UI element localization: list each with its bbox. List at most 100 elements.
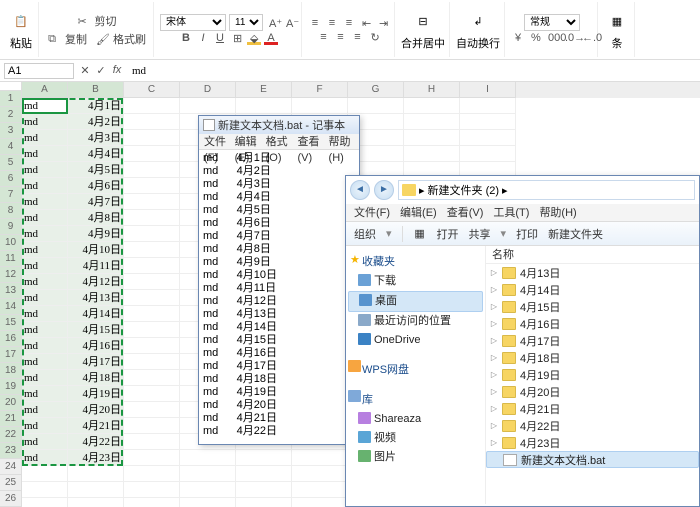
explorer-menu-item[interactable]: 帮助(H)	[535, 204, 580, 221]
nav-onedrive[interactable]: OneDrive	[348, 331, 483, 350]
expand-icon[interactable]: ▷	[490, 353, 498, 362]
cell[interactable]	[460, 98, 516, 114]
row-header[interactable]: 14	[0, 299, 22, 315]
paste-button[interactable]: 📋	[8, 9, 34, 35]
align-middle-icon[interactable]: ≡	[325, 16, 339, 30]
cell[interactable]: 4月20日	[68, 402, 124, 418]
cell[interactable]	[460, 146, 516, 162]
merge-center-label[interactable]: 合并居中	[401, 35, 445, 51]
cell[interactable]: 4月2日	[68, 114, 124, 130]
col-header-I[interactable]: I	[460, 82, 516, 98]
cell[interactable]	[124, 466, 180, 482]
cell[interactable]	[460, 130, 516, 146]
folder-item[interactable]: ▷4月13日	[486, 264, 699, 281]
open-button[interactable]: 打开	[437, 226, 459, 242]
cell[interactable]	[124, 130, 180, 146]
cell[interactable]	[22, 466, 68, 482]
format-painter-label[interactable]: 格式刷	[110, 30, 149, 48]
col-header-G[interactable]: G	[348, 82, 404, 98]
explorer-menubar[interactable]: 文件(F)编辑(E)查看(V)工具(T)帮助(H)	[346, 204, 699, 222]
cell[interactable]	[124, 450, 180, 466]
increase-decimal-icon[interactable]: .0→	[562, 31, 576, 45]
cell[interactable]	[124, 402, 180, 418]
print-button[interactable]: 打印	[516, 226, 538, 242]
align-top-icon[interactable]: ≡	[308, 16, 322, 30]
wrap-label[interactable]: 自动换行	[456, 35, 500, 51]
row-header[interactable]: 6	[0, 171, 22, 187]
cut-icon[interactable]: ✂	[75, 14, 89, 28]
expand-icon[interactable]: ▷	[490, 268, 498, 277]
favorites-header[interactable]: ★收藏夹	[348, 250, 483, 272]
folder-item[interactable]: ▷4月14日	[486, 281, 699, 298]
decrease-decimal-icon[interactable]: ←.0	[579, 31, 593, 45]
col-header-D[interactable]: D	[180, 82, 236, 98]
decrease-font-icon[interactable]: A⁻	[283, 16, 297, 30]
cell[interactable]	[124, 226, 180, 242]
folder-item[interactable]: ▷4月16日	[486, 315, 699, 332]
cell[interactable]	[292, 498, 348, 507]
explorer-menu-item[interactable]: 查看(V)	[443, 204, 488, 221]
cell[interactable]: 4月18日	[68, 370, 124, 386]
explorer-menu-item[interactable]: 文件(F)	[350, 204, 394, 221]
cell[interactable]	[236, 466, 292, 482]
cell[interactable]	[124, 274, 180, 290]
align-right-icon[interactable]: ≡	[351, 30, 365, 44]
row-header[interactable]: 23	[0, 443, 22, 459]
explorer-nav-pane[interactable]: ★收藏夹 下载 桌面 最近访问的位置 OneDrive WPS网盘 库 Shar…	[346, 246, 486, 504]
name-box[interactable]	[4, 63, 74, 79]
font-color-icon[interactable]: A	[264, 31, 278, 45]
col-header-B[interactable]: B	[68, 82, 124, 98]
cell[interactable]	[404, 98, 460, 114]
cell[interactable]	[292, 98, 348, 114]
increase-font-icon[interactable]: A⁺	[266, 16, 280, 30]
cell[interactable]: md	[22, 226, 68, 242]
cell[interactable]: 4月7日	[68, 194, 124, 210]
cell[interactable]: 4月23日	[68, 450, 124, 466]
expand-icon[interactable]: ▷	[490, 387, 498, 396]
cell[interactable]: md	[22, 370, 68, 386]
cell[interactable]: 4月4日	[68, 146, 124, 162]
cell[interactable]	[68, 482, 124, 498]
cell[interactable]: 4月5日	[68, 162, 124, 178]
cell[interactable]	[124, 114, 180, 130]
column-header-name[interactable]: 名称	[486, 246, 699, 264]
row-header[interactable]: 8	[0, 203, 22, 219]
nav-video[interactable]: 视频	[348, 429, 483, 448]
row-header[interactable]: 4	[0, 139, 22, 155]
cell[interactable]	[22, 482, 68, 498]
cell[interactable]: md	[22, 386, 68, 402]
cell[interactable]	[180, 450, 236, 466]
format-painter-icon[interactable]: 🖌	[93, 32, 107, 46]
explorer-menu-item[interactable]: 工具(T)	[489, 204, 533, 221]
expand-icon[interactable]: ▷	[490, 404, 498, 413]
cell[interactable]: md	[22, 418, 68, 434]
merge-center-icon[interactable]: ⊟	[410, 9, 436, 35]
col-header-C[interactable]: C	[124, 82, 180, 98]
cell[interactable]	[348, 98, 404, 114]
cell[interactable]: md	[22, 354, 68, 370]
row-header[interactable]: 7	[0, 187, 22, 203]
indent-increase-icon[interactable]: ⇥	[376, 16, 390, 30]
explorer-window[interactable]: ◄ ► ▸ 新建文件夹 (2) ▸ 文件(F)编辑(E)查看(V)工具(T)帮助…	[345, 175, 700, 507]
cell[interactable]: 4月13日	[68, 290, 124, 306]
cell[interactable]: md	[22, 146, 68, 162]
row-header[interactable]: 13	[0, 283, 22, 299]
address-bar[interactable]: ▸ 新建文件夹 (2) ▸	[398, 180, 695, 200]
cell[interactable]: 4月21日	[68, 418, 124, 434]
cell[interactable]: 4月15日	[68, 322, 124, 338]
share-button[interactable]: 共享	[469, 226, 491, 242]
folder-item[interactable]: ▷4月19日	[486, 366, 699, 383]
row-header[interactable]: 18	[0, 363, 22, 379]
cell[interactable]: md	[22, 322, 68, 338]
cell[interactable]: md	[22, 242, 68, 258]
expand-icon[interactable]: ▷	[490, 421, 498, 430]
cell[interactable]	[292, 482, 348, 498]
expand-icon[interactable]: ▷	[490, 319, 498, 328]
nav-wps[interactable]: WPS网盘	[348, 358, 483, 380]
row-header[interactable]: 22	[0, 427, 22, 443]
copy-icon[interactable]: ⧉	[45, 32, 59, 46]
row-header[interactable]: 21	[0, 411, 22, 427]
cell[interactable]: 4月6日	[68, 178, 124, 194]
fill-color-icon[interactable]: ⬙	[247, 31, 261, 45]
cell[interactable]: md	[22, 98, 68, 114]
